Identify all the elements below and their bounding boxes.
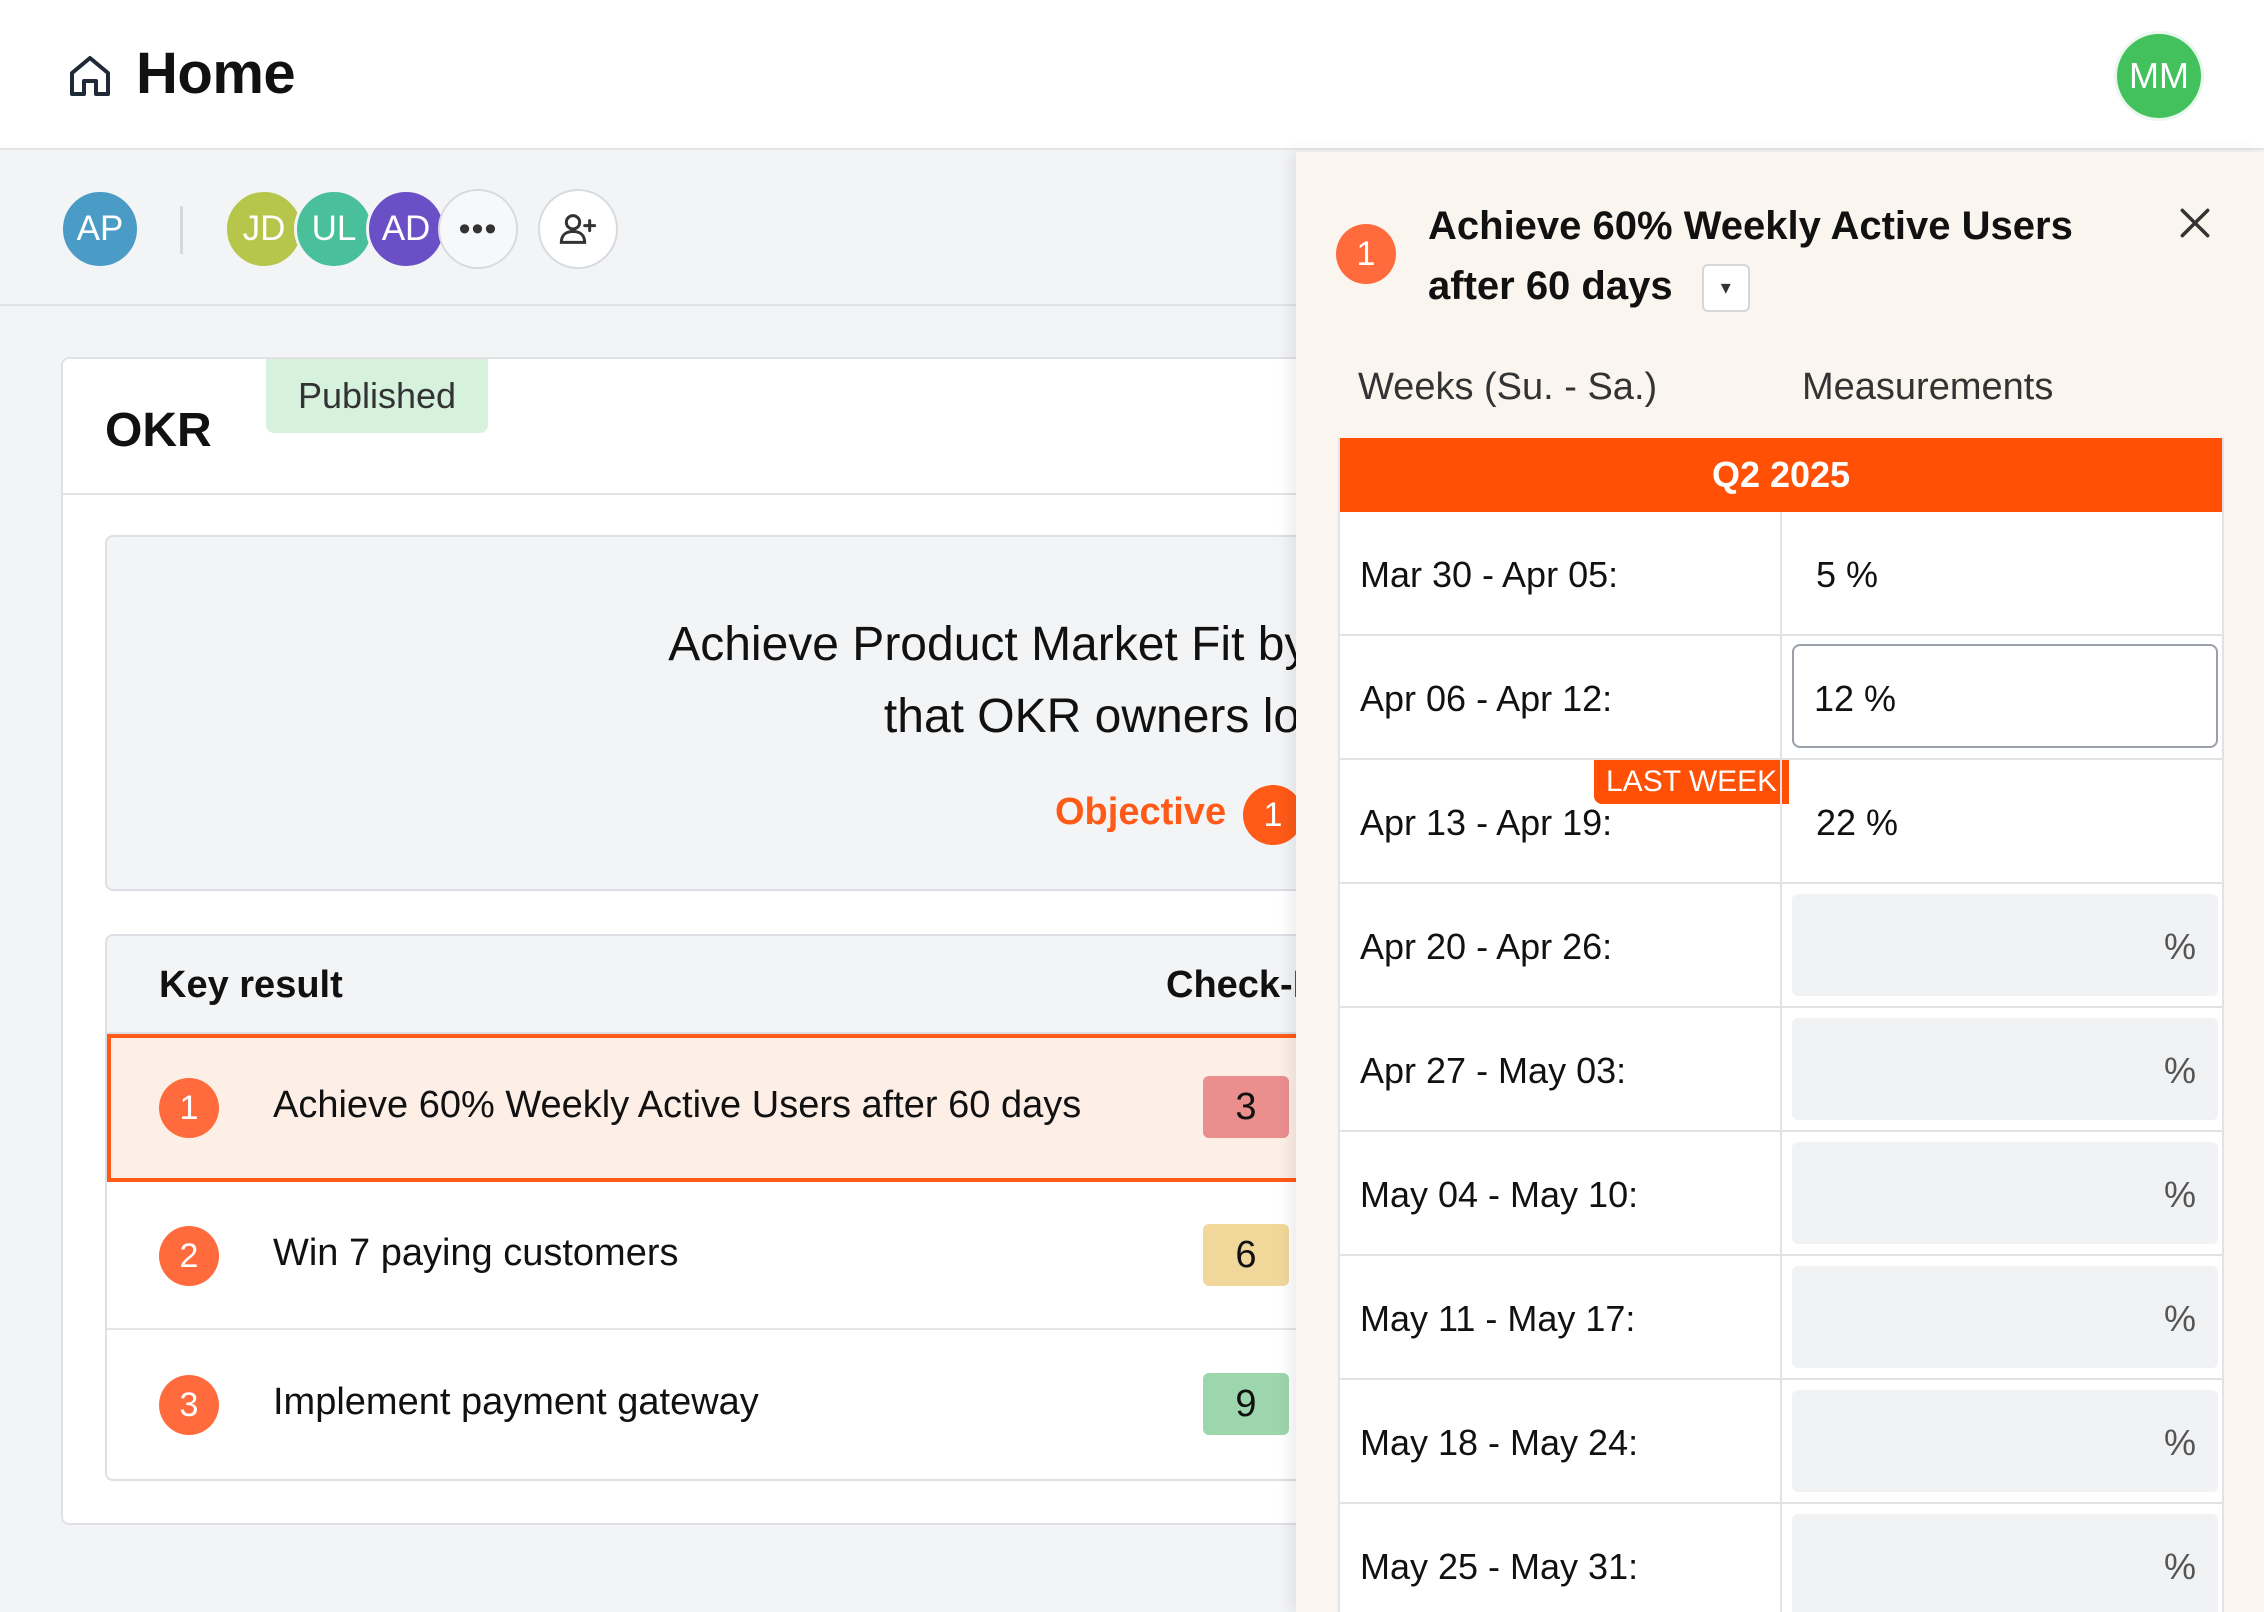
okr-card: OKR Published Achieve Product Market Fit… bbox=[61, 357, 1485, 1525]
last-week-badge: LAST WEEK bbox=[1594, 760, 1790, 804]
status-badge: Published bbox=[266, 359, 488, 433]
week-label: Mar 30 - Apr 05: bbox=[1360, 554, 1619, 595]
measurement-input[interactable]: 12 % bbox=[1792, 644, 2218, 748]
week-label: Apr 13 - Apr 19: bbox=[1360, 802, 1613, 843]
key-result-panel: 1 Achieve 60% Weekly Active Users after … bbox=[1296, 152, 2264, 1612]
measurement-input[interactable]: % bbox=[1792, 1266, 2218, 1368]
member-avatar[interactable]: JD bbox=[224, 189, 304, 269]
check-in-score[interactable]: 9 bbox=[1203, 1373, 1289, 1435]
week-row: LAST WEEK Apr 13 - Apr 19: 22 % bbox=[1340, 760, 2222, 884]
key-result-number: 1 bbox=[159, 1078, 219, 1138]
measurement-input[interactable]: % bbox=[1792, 1018, 2218, 1120]
key-result-number: 2 bbox=[159, 1226, 219, 1286]
okr-title: OKR bbox=[105, 404, 212, 457]
check-in-score[interactable]: 3 bbox=[1203, 1076, 1289, 1138]
measurement-input[interactable]: % bbox=[1792, 1514, 2218, 1612]
week-label: May 25 - May 31: bbox=[1360, 1546, 1639, 1587]
percent-suffix: % bbox=[2163, 1422, 2196, 1463]
weeks-column-header: Weeks (Su. - Sa.) bbox=[1358, 366, 1658, 408]
key-result-header: Key result bbox=[159, 964, 343, 1006]
objective-number: 1 bbox=[1243, 785, 1303, 845]
panel-title: Achieve 60% Weekly Active Users after 60… bbox=[1428, 196, 2148, 316]
percent-suffix: % bbox=[2163, 1174, 2196, 1215]
measurement-input-value: 12 % bbox=[1814, 678, 1897, 719]
top-bar: Home MM bbox=[0, 0, 2264, 150]
key-result-text: Win 7 paying customers bbox=[273, 1232, 679, 1274]
cell-divider bbox=[1780, 1008, 1782, 1130]
user-avatar[interactable]: MM bbox=[2114, 31, 2204, 121]
key-result-row[interactable]: 1 Achieve 60% Weekly Active Users after … bbox=[107, 1034, 1483, 1182]
panel-dropdown-button[interactable]: ▾ bbox=[1701, 264, 1750, 313]
week-label: Apr 06 - Apr 12: bbox=[1360, 678, 1613, 719]
quarter-header: Q2 2025 bbox=[1340, 438, 2222, 512]
week-row: Mar 30 - Apr 05: 5 % bbox=[1340, 512, 2222, 636]
cell-divider bbox=[1780, 636, 1782, 758]
week-label: May 11 - May 17: bbox=[1360, 1298, 1636, 1339]
cell-divider bbox=[1780, 1132, 1782, 1254]
week-row: May 18 - May 24: % bbox=[1340, 1380, 2222, 1504]
cell-divider bbox=[1780, 1504, 1782, 1612]
caret-down-icon: ▾ bbox=[1720, 277, 1731, 300]
member-avatar[interactable]: UL bbox=[294, 189, 374, 269]
week-label: May 18 - May 24: bbox=[1360, 1422, 1639, 1463]
week-label: May 04 - May 10: bbox=[1360, 1174, 1639, 1215]
percent-suffix: % bbox=[2163, 1546, 2196, 1587]
measurements-grid: Q2 2025 Mar 30 - Apr 05: 5 % Apr 06 - Ap… bbox=[1338, 438, 2224, 1612]
percent-suffix: % bbox=[2163, 1050, 2196, 1091]
week-row: May 04 - May 10: % bbox=[1340, 1132, 2222, 1256]
key-result-text: Implement payment gateway bbox=[273, 1381, 759, 1423]
member-avatar[interactable]: AD bbox=[366, 189, 446, 269]
cell-divider bbox=[1780, 1256, 1782, 1378]
more-icon: ••• bbox=[458, 209, 498, 248]
week-label: Apr 27 - May 03: bbox=[1360, 1050, 1627, 1091]
okr-card-header: OKR Published bbox=[63, 359, 1459, 495]
divider bbox=[180, 206, 183, 254]
key-result-number: 3 bbox=[159, 1375, 219, 1435]
measurement-value[interactable]: 5 % bbox=[1816, 554, 1878, 596]
cell-divider bbox=[1780, 1380, 1782, 1502]
measurement-value[interactable]: 22 % bbox=[1816, 802, 1898, 844]
cell-divider bbox=[1780, 884, 1782, 1006]
week-row: May 25 - May 31: % bbox=[1340, 1504, 2222, 1612]
check-in-header: Check-I bbox=[1166, 964, 1304, 1006]
objective-label: Objective bbox=[1055, 791, 1227, 833]
measurement-input[interactable]: % bbox=[1792, 1390, 2218, 1492]
cell-divider bbox=[1780, 760, 1782, 882]
objective-box[interactable]: Achieve Product Market Fit by c that OKR… bbox=[105, 535, 1485, 891]
page-title: Home bbox=[136, 41, 296, 106]
table-header: Key result Check-I bbox=[107, 936, 1483, 1034]
measurements-column-header: Measurements bbox=[1802, 366, 2054, 408]
panel-title-text: Achieve 60% Weekly Active Users after 60… bbox=[1428, 204, 2073, 308]
measurement-input[interactable]: % bbox=[1792, 894, 2218, 996]
more-members-button[interactable]: ••• bbox=[438, 189, 518, 269]
close-icon[interactable] bbox=[2176, 204, 2214, 242]
key-result-row[interactable]: 2 Win 7 paying customers 6 bbox=[107, 1182, 1483, 1330]
owner-avatar[interactable]: AP bbox=[60, 189, 140, 269]
key-result-text: Achieve 60% Weekly Active Users after 60… bbox=[273, 1084, 1082, 1126]
week-row: Apr 20 - Apr 26: % bbox=[1340, 884, 2222, 1008]
add-member-button[interactable] bbox=[538, 189, 618, 269]
percent-suffix: % bbox=[2163, 926, 2196, 967]
cell-divider bbox=[1780, 512, 1782, 634]
check-in-score[interactable]: 6 bbox=[1203, 1224, 1289, 1286]
key-result-row[interactable]: 3 Implement payment gateway 9 bbox=[107, 1331, 1483, 1479]
panel-key-result-number: 1 bbox=[1336, 224, 1396, 284]
home-icon[interactable] bbox=[66, 52, 114, 100]
percent-suffix: % bbox=[2163, 1298, 2196, 1339]
measurement-input[interactable]: % bbox=[1792, 1142, 2218, 1244]
week-row: Apr 27 - May 03: % bbox=[1340, 1008, 2222, 1132]
week-row: Apr 06 - Apr 12: 12 % bbox=[1340, 636, 2222, 760]
key-results-table: Key result Check-I 1 Achieve 60% Weekly … bbox=[105, 934, 1485, 1481]
week-label: Apr 20 - Apr 26: bbox=[1360, 926, 1613, 967]
week-row: May 11 - May 17: % bbox=[1340, 1256, 2222, 1380]
add-user-icon bbox=[559, 214, 597, 244]
